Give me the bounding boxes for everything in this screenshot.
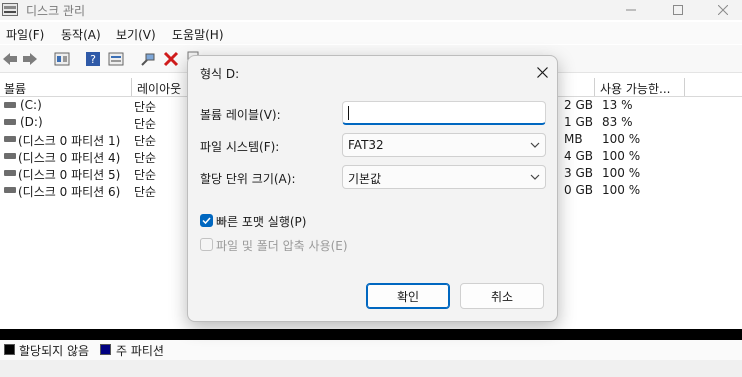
volume-name: (디스크 0 파티션 1): [18, 134, 121, 148]
compression-checkbox: [200, 238, 213, 251]
delete-icon[interactable]: [163, 51, 179, 67]
drive-icon: [4, 187, 16, 193]
minimize-button[interactable]: [608, 0, 654, 20]
back-arrow-icon[interactable]: [2, 51, 18, 67]
legend-primary: 주 파티션: [116, 344, 164, 358]
primary-partition-swatch: [100, 344, 111, 355]
volume-label-input[interactable]: [342, 101, 546, 125]
window-title: 디스크 관리: [26, 4, 86, 18]
legend-unallocated: 할당되지 않음: [19, 344, 90, 358]
close-icon: [536, 66, 548, 78]
menu-file[interactable]: 파일(F): [6, 26, 44, 43]
column-divider[interactable]: [594, 78, 595, 96]
format-dialog: 형식 D: 볼륨 레이블(V): 파일 시스템(F): FAT32 할당 단위 …: [187, 55, 558, 322]
checkmark-icon: [202, 217, 211, 225]
volume-name: (디스크 0 파티션 5): [18, 168, 121, 182]
volume-capacity: 2 GB: [564, 98, 593, 112]
volume-free-percent: 100 %: [602, 149, 641, 163]
volume-free-percent: 100 %: [602, 132, 641, 146]
drive-icon: [4, 153, 16, 159]
volume-layout: 단순: [134, 168, 157, 182]
drive-icon: [4, 119, 16, 125]
unallocated-swatch: [4, 344, 15, 355]
drive-icon: [4, 170, 16, 176]
volume-capacity: 0 GB: [564, 183, 593, 197]
chevron-down-icon: [530, 142, 540, 148]
menu-view[interactable]: 보기(V): [116, 26, 156, 43]
compression-label: 파일 및 폴더 압축 사용(E): [216, 239, 348, 253]
quick-format-checkbox[interactable]: [200, 214, 213, 227]
connect-disk-icon[interactable]: [140, 51, 156, 67]
volume-name: (C:): [20, 98, 42, 112]
file-system-label: 파일 시스템(F):: [200, 140, 280, 154]
column-header-free-percent[interactable]: 사용 가능한...: [600, 80, 670, 97]
legend: 할당되지 않음 주 파티션: [0, 340, 742, 360]
volume-name: (디스크 0 파티션 6): [18, 185, 121, 199]
drive-icon: [4, 102, 16, 108]
volume-layout: 단순: [134, 134, 157, 148]
allocation-unit-label: 할당 단위 크기(A):: [200, 172, 296, 186]
maximize-button[interactable]: [655, 0, 701, 20]
disk-management-app-icon: [2, 3, 18, 16]
volume-free-percent: 83 %: [602, 115, 633, 129]
quick-format-label: 빠른 포맷 실행(P): [216, 215, 307, 229]
ok-button[interactable]: 확인: [366, 283, 450, 309]
column-divider[interactable]: [684, 78, 685, 96]
dialog-close-button[interactable]: [530, 62, 554, 82]
volume-free-percent: 100 %: [602, 166, 641, 180]
volume-name: (디스크 0 파티션 4): [18, 151, 121, 165]
column-header-layout[interactable]: 레이아웃: [137, 80, 181, 97]
volume-capacity: 3 GB: [564, 166, 593, 180]
volume-layout: 단순: [134, 100, 157, 114]
volume-free-percent: 100 %: [602, 183, 641, 197]
volume-capacity: 1 GB: [564, 115, 593, 129]
volume-layout: 단순: [134, 151, 157, 165]
menu-help[interactable]: 도움말(H): [172, 26, 224, 43]
forward-arrow-icon[interactable]: [22, 51, 38, 67]
drive-icon: [4, 136, 16, 142]
properties-icon[interactable]: [108, 51, 124, 67]
volume-name: (D:): [20, 115, 43, 129]
close-icon: [718, 5, 728, 15]
allocation-unit-value: 기본값: [348, 172, 382, 186]
title-bar: 디스크 관리: [0, 0, 742, 20]
volume-layout: 단순: [134, 185, 157, 199]
minimize-icon: [626, 9, 636, 11]
volume-label-label: 볼륨 레이블(V):: [200, 108, 281, 122]
text-caret: [348, 106, 349, 120]
volume-capacity: 4 GB: [564, 149, 593, 163]
cancel-button[interactable]: 취소: [460, 283, 544, 309]
svg-text:?: ?: [90, 53, 96, 66]
volume-layout: 단순: [134, 117, 157, 131]
allocation-unit-select[interactable]: 기본값: [342, 165, 546, 189]
disk-list-icon[interactable]: [54, 51, 70, 67]
column-header-volume[interactable]: 볼륨: [4, 80, 26, 97]
status-bar: [0, 360, 742, 377]
close-window-button[interactable]: [700, 0, 742, 20]
help-icon[interactable]: ?: [85, 51, 101, 67]
menu-bar: 파일(F) 동작(A) 보기(V) 도움말(H): [0, 22, 742, 44]
unallocated-bar: [0, 329, 742, 340]
column-divider[interactable]: [131, 78, 132, 96]
volume-capacity: MB: [564, 132, 583, 146]
maximize-icon: [673, 5, 683, 15]
chevron-down-icon: [530, 174, 540, 180]
dialog-title: 형식 D:: [200, 67, 240, 81]
file-system-value: FAT32: [348, 138, 384, 152]
file-system-select[interactable]: FAT32: [342, 133, 546, 157]
menu-action[interactable]: 동작(A): [61, 26, 101, 43]
volume-free-percent: 13 %: [602, 98, 633, 112]
